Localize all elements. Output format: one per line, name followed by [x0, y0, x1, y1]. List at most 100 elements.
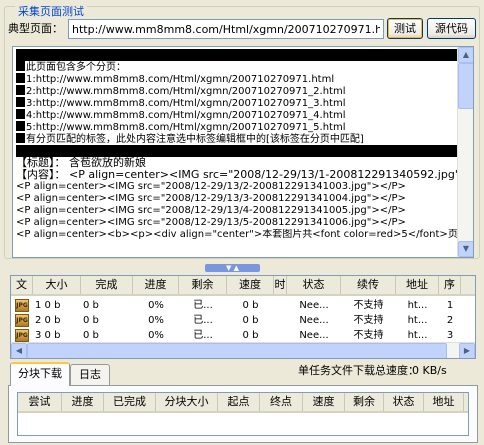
splitter-grip-icon[interactable]: ▼ ▲	[205, 264, 260, 272]
task-list-table[interactable]: 文大小 完成 进度 剩余 速度时状态 续传 地址序 JPG 1 0 b 0 b 0% 已... 0 b…	[10, 275, 476, 359]
block-column-header[interactable]: 尝试	[18, 393, 62, 411]
block-column-header[interactable]: 进度	[62, 393, 104, 411]
table-cell: 0%	[148, 315, 164, 326]
source-line: 此页面包含多个分页：	[16, 61, 458, 73]
source-line-text: 有分页匹配的标签，此处内容注意选中标签编辑框中的[该标签在分页中匹配]	[26, 134, 364, 145]
scroll-up-arrow-icon[interactable]: ▲	[458, 47, 473, 63]
table-cell: 0 b	[242, 315, 259, 326]
task-column-header[interactable]: 速度	[227, 276, 274, 294]
table-cell: 2 0 b	[35, 315, 61, 326]
table-cell: ht...	[407, 330, 428, 341]
line-marker	[16, 133, 25, 143]
source-line-text: <P align=center><IMG src="2008/12-29/13/…	[16, 181, 406, 192]
url-input[interactable]	[68, 19, 384, 39]
table-cell: 1 0 b	[35, 300, 61, 311]
source-line: 【内容】： <P align=center><IMG src="2008/12-…	[16, 169, 458, 181]
total-speed-label: 单任务文件下载总速度：	[298, 364, 419, 377]
table-cell: 已...	[193, 315, 213, 326]
source-line-text: 【内容】： <P align=center><IMG src="2008/12-…	[16, 169, 458, 181]
table-cell	[276, 313, 285, 328]
test-button[interactable]: 测试	[387, 18, 423, 39]
tab-block-download[interactable]: 分块下载	[10, 362, 70, 386]
tab-log[interactable]: 日志	[70, 364, 110, 386]
table-row[interactable]: JPG 2 0 b 0 b 0% 已... 0 b Nee... 不支持 ht... 2	[11, 313, 475, 328]
table-cell: 0 b	[242, 330, 259, 341]
horizontal-scrollbar-thumb[interactable]	[27, 343, 447, 358]
block-column-header[interactable]: 分块大小	[156, 393, 218, 411]
line-marker	[16, 109, 25, 119]
table-cell: 0%	[148, 300, 164, 311]
task-column-header[interactable]: 进度	[133, 276, 179, 294]
source-line: 5:http://www.mm8mm8.com/Html/xgmn/200710…	[16, 121, 458, 133]
task-column-header[interactable]: 序	[439, 276, 461, 294]
block-column-header[interactable]: 已完成	[104, 393, 156, 411]
source-line: 3:http://www.mm8mm8.com/Html/xgmn/200710…	[16, 97, 458, 109]
block-column-header[interactable]: 起点	[218, 393, 260, 411]
source-line: <P align=center><IMG src="2008/12-29/13/…	[16, 205, 458, 217]
table-cell: Nee...	[299, 300, 329, 311]
source-line: <P align=center><IMG src="2008/12-29/13/…	[16, 193, 458, 205]
block-table-header: 尝试 进度 已完成 分块大小 起点 终点 速度 剩余 状态 地址	[18, 393, 468, 413]
source-line: 有分页匹配的标签，此处内容注意选中标签编辑框中的[该标签在分页中匹配]	[16, 133, 458, 145]
task-column-header[interactable]: 剩余	[179, 276, 227, 294]
vertical-scrollbar[interactable]: ▲ ▼	[457, 47, 473, 257]
block-column-header[interactable]: 速度	[303, 393, 345, 411]
scrollbar-thumb[interactable]	[458, 63, 473, 109]
source-output-textarea[interactable]: 此页面包含多个分页： 1:http://www.mm8mm8.com/Html/x…	[12, 46, 474, 258]
block-table[interactable]: 尝试 进度 已完成 分块大小 起点 终点 速度 剩余 状态 地址	[17, 392, 469, 436]
table-cell: 0 b	[83, 330, 99, 341]
block-column-header[interactable]: 终点	[260, 393, 303, 411]
task-column-header[interactable]: 状态	[287, 276, 341, 294]
table-cell: Nee...	[299, 315, 329, 326]
source-line-text: 1:http://www.mm8mm8.com/Html/xgmn/200710…	[26, 74, 335, 85]
task-column-header[interactable]: 地址	[396, 276, 439, 294]
block-download-panel: 尝试 进度 已完成 分块大小 起点 终点 速度 剩余 状态 地址	[8, 385, 478, 443]
block-column-header[interactable]: 剩余	[345, 393, 384, 411]
source-line-text: <P align=center><b><p><div align="center…	[16, 229, 458, 240]
table-cell: 0 b	[83, 300, 99, 311]
source-line-text: 此页面包含多个分页：	[26, 62, 126, 73]
task-column-header[interactable]: 文	[11, 276, 33, 294]
table-cell: 不支持	[353, 330, 384, 341]
task-column-header[interactable]: 完成	[81, 276, 133, 294]
source-code-button[interactable]: 源代码	[427, 18, 476, 39]
source-line-text: 4:http://www.mm8mm8.com/Html/xgmn/200710…	[26, 110, 346, 121]
table-cell: 不支持	[353, 315, 384, 326]
line-marker	[16, 121, 25, 131]
horizontal-scrollbar[interactable]: ◀ ▶	[11, 342, 475, 358]
source-line-text: 3:http://www.mm8mm8.com/Html/xgmn/200710…	[26, 98, 346, 109]
source-line: 4:http://www.mm8mm8.com/Html/xgmn/200710…	[16, 109, 458, 121]
line-marker	[16, 85, 25, 95]
table-row[interactable]: JPG 3 0 b 0 b 0% 已... 0 b Nee... 不支持 ht... 3	[11, 328, 475, 343]
group-title: 采集页面测试	[15, 6, 87, 18]
scroll-left-arrow-icon[interactable]: ◀	[11, 343, 27, 358]
task-table-header: 文大小 完成 进度 剩余 速度时状态 续传 地址序	[11, 276, 475, 296]
line-marker	[16, 73, 25, 83]
table-cell: ht...	[407, 315, 428, 326]
task-column-header[interactable]: 大小	[33, 276, 81, 294]
file-type-icon: JPG	[15, 299, 29, 312]
table-cell	[276, 298, 285, 313]
source-line-text: <P align=center><IMG src="2008/12-29/13/…	[16, 193, 406, 204]
source-line: <P align=center><IMG src="2008/12-29/13/…	[16, 217, 458, 229]
source-line-text: 2:http://www.mm8mm8.com/Html/xgmn/200710…	[26, 86, 346, 97]
file-type-icon: JPG	[15, 314, 29, 327]
line-marker	[16, 97, 25, 107]
table-cell: 2	[446, 315, 454, 326]
scroll-down-arrow-icon[interactable]: ▼	[458, 241, 473, 257]
total-speed-value: 0 KB/s	[412, 364, 447, 377]
task-column-header[interactable]: 续传	[341, 276, 396, 294]
table-cell: 3 0 b	[35, 330, 61, 341]
source-output-content: 此页面包含多个分页： 1:http://www.mm8mm8.com/Html/x…	[16, 49, 458, 241]
source-line: 【标题】： 含苞欲放的新娘	[16, 157, 458, 169]
table-cell: 已...	[193, 330, 213, 341]
line-marker	[16, 61, 25, 71]
source-line: 1:http://www.mm8mm8.com/Html/xgmn/200710…	[16, 73, 458, 85]
source-line: 2:http://www.mm8mm8.com/Html/xgmn/200710…	[16, 85, 458, 97]
task-column-header[interactable]: 时	[274, 276, 287, 294]
block-column-header[interactable]: 地址	[424, 393, 464, 411]
scroll-right-arrow-icon[interactable]: ▶	[459, 343, 475, 358]
table-row[interactable]: JPG 1 0 b 0 b 0% 已... 0 b Nee... 不支持 ht... 1	[11, 298, 475, 313]
block-column-header[interactable]: 状态	[384, 393, 424, 411]
table-cell: 0%	[148, 330, 164, 341]
